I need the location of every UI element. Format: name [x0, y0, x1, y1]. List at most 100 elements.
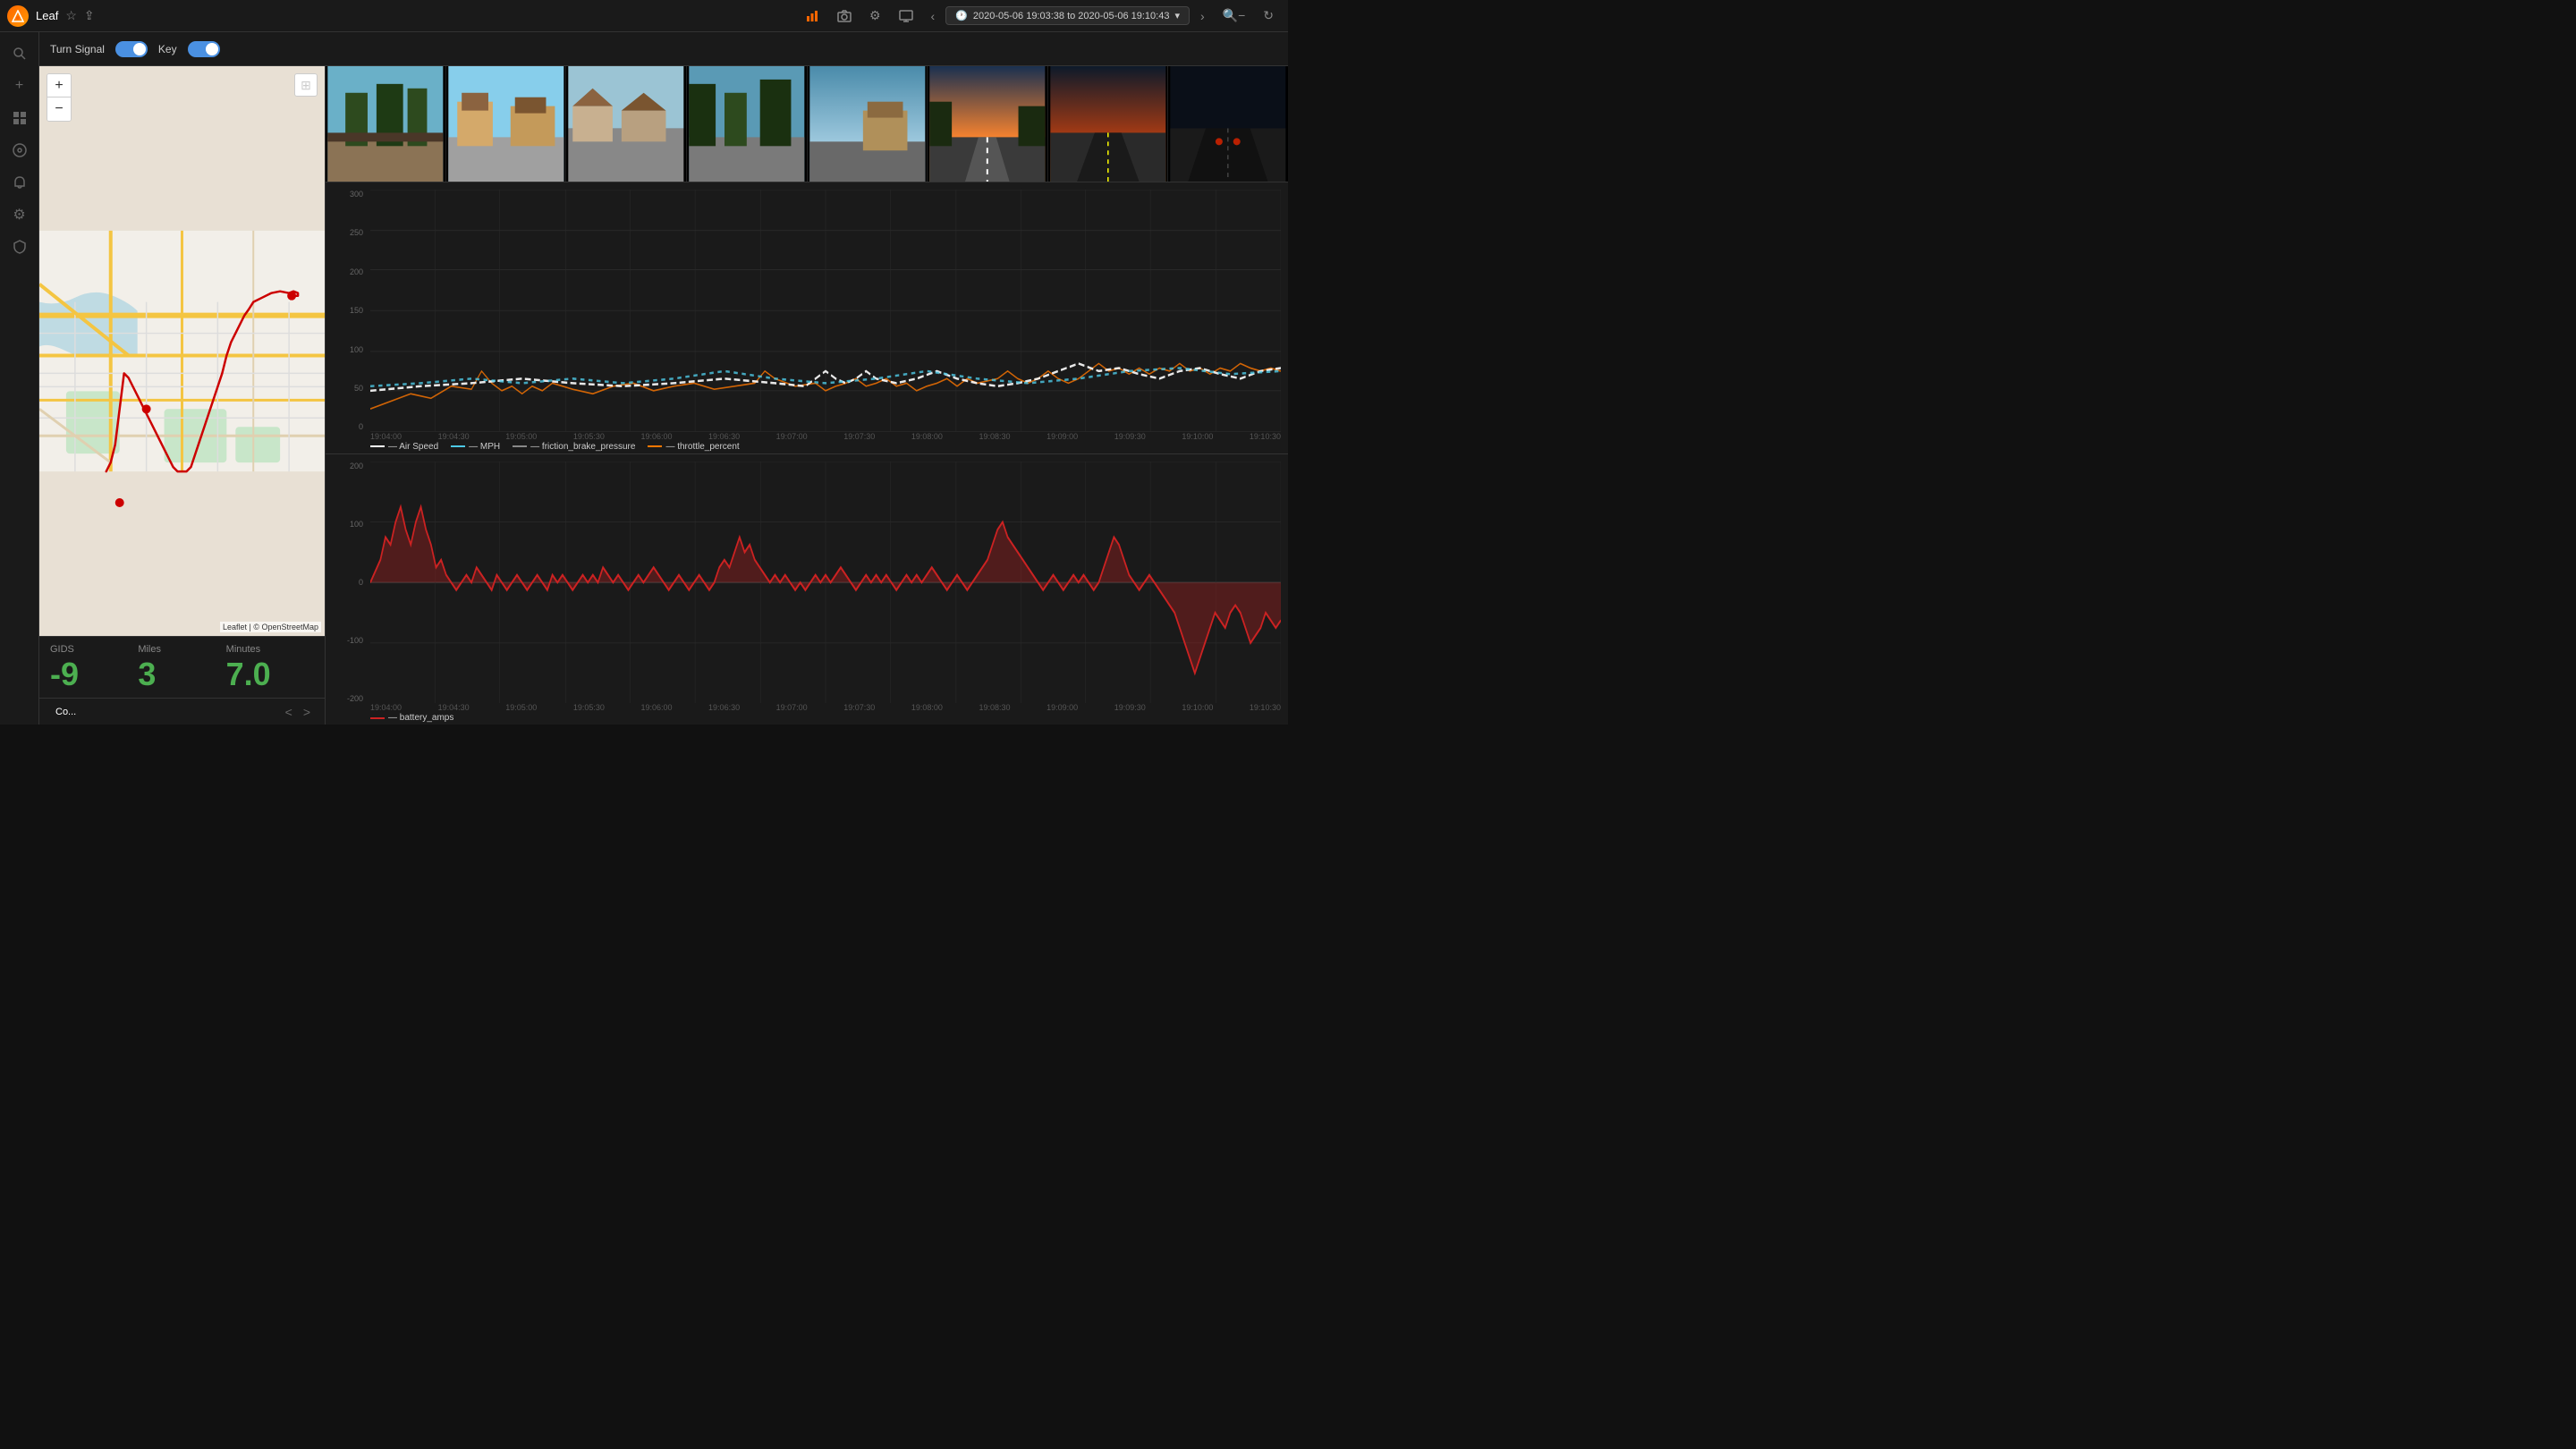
topbar: Leaf ☆ ⇪ ⚙ ‹ 🕐 2020-05-06 19:03:38 to 20…: [0, 0, 1288, 32]
charts-container: 300 250 200 150 100 50 0: [326, 182, 1288, 724]
image-frame-8: [1168, 66, 1288, 182]
sidebar-item-alerts[interactable]: [5, 168, 34, 197]
panels-row: + − ⊞ Leaflet | © OpenStreetMap GIDS -9 …: [39, 66, 1288, 724]
key-toggle[interactable]: [188, 41, 220, 57]
settings-button[interactable]: ⚙: [862, 4, 888, 27]
topbar-left: Leaf ☆ ⇪: [7, 5, 798, 27]
legend-brake: — friction_brake_pressure: [513, 442, 635, 452]
x-label: 19:09:00: [1046, 432, 1078, 441]
bottom-tab-item-1[interactable]: Co...: [50, 705, 81, 719]
sidebar-item-add[interactable]: +: [5, 72, 34, 100]
minutes-value: 7.0: [226, 658, 314, 691]
miles-label: Miles: [138, 644, 225, 655]
sidebar-item-settings[interactable]: ⚙: [5, 200, 34, 229]
minutes-stat: Minutes 7.0: [226, 644, 314, 691]
y-label: 100: [350, 520, 363, 529]
zoom-out-button-map[interactable]: −: [47, 97, 71, 121]
x-label: 19:08:00: [911, 703, 943, 712]
map-controls: + −: [47, 73, 72, 122]
zoom-in-button[interactable]: +: [47, 74, 71, 97]
legend-battery-label: — battery_amps: [388, 713, 453, 723]
sidebar-item-grid[interactable]: [5, 104, 34, 132]
main-container: + ⚙ Turn Signal: [0, 32, 1288, 724]
clock-icon: 🕐: [955, 10, 968, 21]
image-strip: [326, 66, 1288, 182]
map-layers-button[interactable]: ⊞: [294, 73, 318, 97]
chart1-svg: [370, 190, 1281, 432]
chart1-legend: — Air Speed — MPH — friction_brake_press…: [370, 442, 740, 452]
y-label: 150: [350, 306, 363, 315]
y-label: 200: [350, 462, 363, 470]
time-range[interactable]: 🕐 2020-05-06 19:03:38 to 2020-05-06 19:1…: [945, 6, 1190, 25]
sidebar-item-security[interactable]: [5, 233, 34, 261]
x-label: 19:07:00: [776, 703, 808, 712]
legend-brake-label: — friction_brake_pressure: [530, 442, 635, 452]
prev-timerange-button[interactable]: ‹: [924, 5, 943, 27]
image-frame-2: [446, 66, 567, 182]
x-label: 19:07:00: [776, 432, 808, 441]
image-frame-7: [1048, 66, 1169, 182]
image-frame-6: [928, 66, 1048, 182]
y-label: 300: [350, 190, 363, 199]
filter-bar: Turn Signal Key: [39, 32, 1288, 66]
chart1-area: [370, 190, 1281, 432]
bottom-prev-arrow[interactable]: <: [282, 703, 296, 721]
y-label: 250: [350, 228, 363, 237]
y-label: 100: [350, 345, 363, 354]
app-title: Leaf: [36, 9, 58, 22]
right-panel: 300 250 200 150 100 50 0: [326, 66, 1288, 724]
x-label: 19:06:30: [708, 703, 740, 712]
sidebar-item-search[interactable]: [5, 39, 34, 68]
image-frame-5: [808, 66, 928, 182]
turn-signal-toggle[interactable]: [115, 41, 148, 57]
x-label: 19:05:00: [505, 703, 537, 712]
image-frame-3: [566, 66, 687, 182]
chart2-y-axis: 200 100 0 -100 -200: [326, 462, 367, 704]
x-label: 19:05:00: [505, 432, 537, 441]
dropdown-icon: ▾: [1174, 10, 1180, 21]
y-label: -100: [347, 636, 363, 645]
star-icon[interactable]: ☆: [65, 8, 77, 23]
share-icon[interactable]: ⇪: [84, 8, 95, 23]
x-label: 19:10:30: [1250, 432, 1281, 441]
x-label: 19:05:30: [573, 703, 605, 712]
monitor-button[interactable]: [892, 5, 920, 27]
app-logo: [7, 5, 29, 27]
x-label: 19:04:00: [370, 432, 402, 441]
map-svg: [39, 66, 325, 636]
chart2-x-axis: 19:04:00 19:04:30 19:05:00 19:05:30 19:0…: [370, 703, 1281, 712]
legend-battery: — battery_amps: [370, 713, 453, 723]
chart-panel-1: 300 250 200 150 100 50 0: [326, 182, 1288, 454]
chart2-svg: [370, 462, 1281, 704]
refresh-button[interactable]: ↻: [1256, 4, 1281, 27]
x-label: 19:09:00: [1046, 703, 1078, 712]
x-label: 19:09:30: [1114, 703, 1146, 712]
chart1-y-axis: 300 250 200 150 100 50 0: [326, 190, 367, 432]
miles-stat: Miles 3: [138, 644, 225, 691]
x-label: 19:04:00: [370, 703, 402, 712]
content-area: Turn Signal Key: [39, 32, 1288, 724]
x-label: 19:06:30: [708, 432, 740, 441]
sidebar: + ⚙: [0, 32, 39, 724]
camera-view-button[interactable]: [830, 5, 859, 27]
chart2-legend: — battery_amps: [370, 713, 453, 723]
x-label: 19:04:30: [438, 703, 470, 712]
sidebar-item-explore[interactable]: [5, 136, 34, 165]
chart-view-button[interactable]: [798, 5, 826, 27]
legend-throttle-label: — throttle_percent: [665, 442, 739, 452]
next-timerange-button[interactable]: ›: [1193, 5, 1212, 27]
y-label: 50: [354, 384, 363, 393]
y-label: -200: [347, 694, 363, 703]
zoom-out-button[interactable]: 🔍−: [1216, 4, 1253, 27]
x-label: 19:07:30: [843, 432, 875, 441]
y-label: 200: [350, 267, 363, 276]
chart2-area: [370, 462, 1281, 704]
x-label: 19:08:30: [979, 432, 1010, 441]
gids-value: -9: [50, 658, 138, 691]
bottom-next-arrow[interactable]: >: [300, 703, 314, 721]
x-label: 19:07:30: [843, 703, 875, 712]
map-container[interactable]: + − ⊞ Leaflet | © OpenStreetMap: [39, 66, 325, 636]
miles-value: 3: [138, 658, 225, 691]
map-attribution: Leaflet | © OpenStreetMap: [220, 622, 321, 632]
bottom-nav-arrows: < >: [282, 703, 314, 721]
